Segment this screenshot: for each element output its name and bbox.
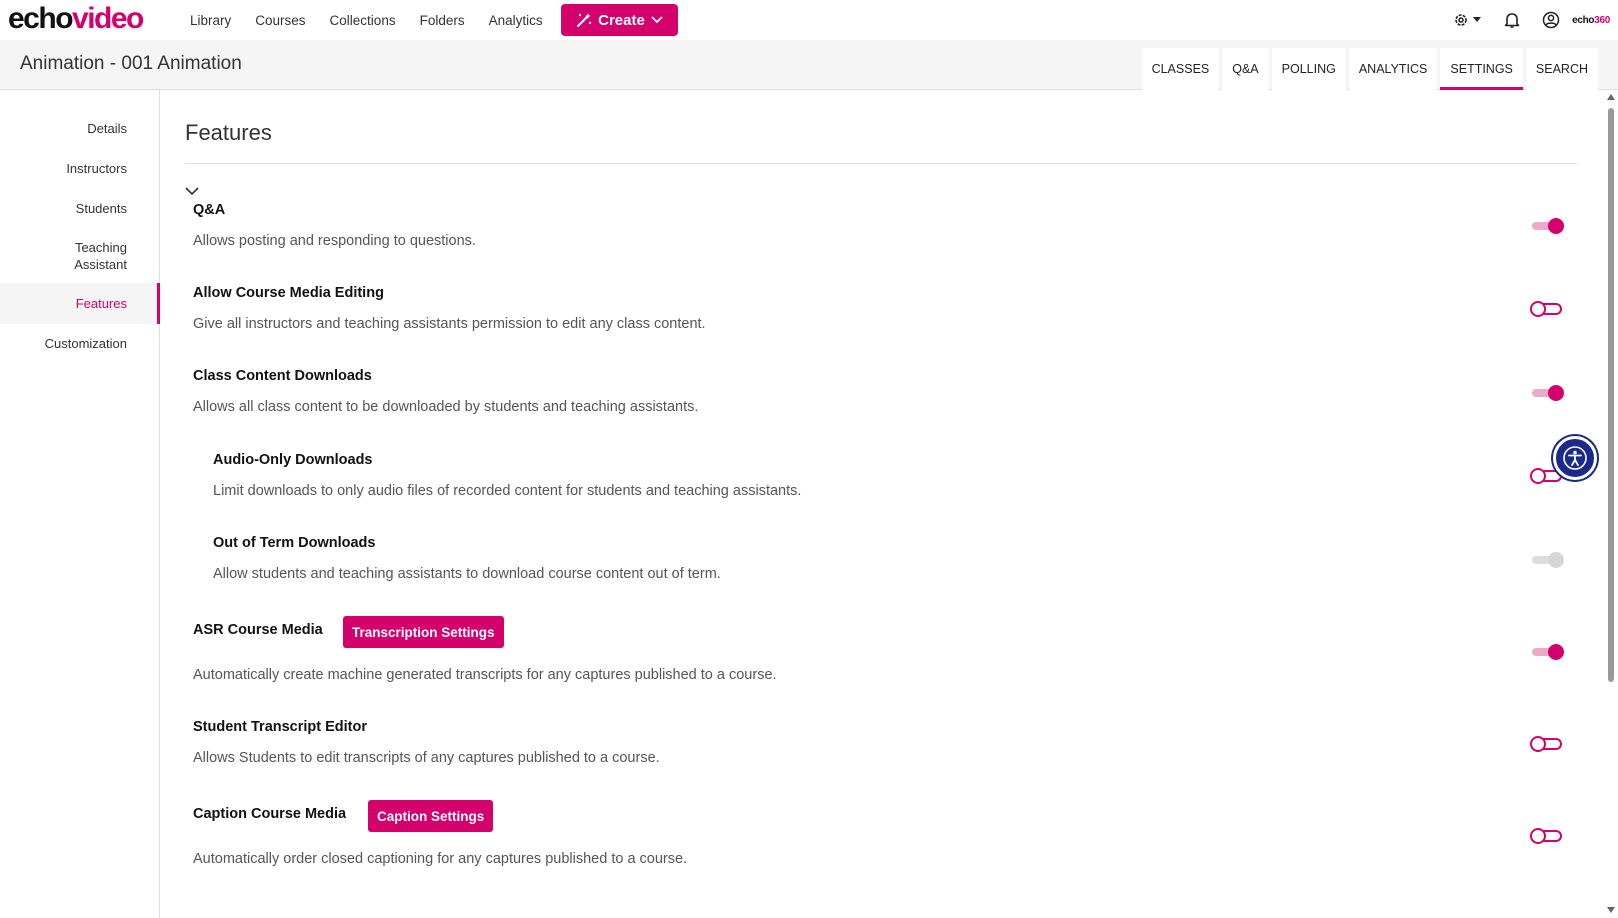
main-nav: Library Courses Collections Folders Anal… — [178, 0, 555, 40]
course-title: Animation - 001 Animation — [20, 53, 242, 74]
divider — [185, 163, 1577, 164]
course-tabs: CLASSES Q&A POLLING ANALYTICS SETTINGS S… — [1139, 48, 1598, 90]
feature-title-qa: Q&A — [193, 202, 226, 218]
sidebar-item-details[interactable]: Details — [87, 120, 127, 137]
feature-desc-transcript-editor: Allows Students to edit transcripts of a… — [193, 750, 660, 766]
caret-down-icon — [1473, 17, 1482, 22]
toggle-media-editing[interactable] — [1530, 300, 1564, 318]
scrollbar-thumb[interactable] — [1608, 108, 1614, 682]
toggle-knob — [1548, 218, 1564, 234]
feature-title-asr: ASR Course Media — [193, 622, 323, 638]
echo360-logo: echo360 — [1572, 15, 1610, 26]
toggle-knob — [1548, 552, 1564, 568]
page-scrollbar[interactable] — [1604, 90, 1618, 918]
collapse-toggle[interactable] — [185, 183, 199, 201]
sidebar-item-students[interactable]: Students — [76, 200, 127, 217]
toggle-knob — [1548, 385, 1564, 401]
feature-desc-content-downloads: Allows all class content to be downloade… — [193, 399, 699, 415]
feature-desc-qa: Allows posting and responding to questio… — [193, 233, 476, 249]
sidebar-item-teaching-assistant[interactable]: Teaching Assistant — [47, 239, 127, 273]
chevron-down-icon — [185, 187, 199, 196]
toggle-captions[interactable] — [1530, 827, 1564, 845]
nav-folders[interactable]: Folders — [420, 13, 465, 28]
feature-title-audio-only: Audio-Only Downloads — [213, 452, 373, 468]
feature-title-out-of-term: Out of Term Downloads — [213, 535, 376, 551]
scroll-up-arrow[interactable] — [1607, 94, 1615, 100]
create-label: Create — [598, 11, 645, 29]
sidebar-item-features[interactable]: Features — [76, 295, 127, 312]
notifications-button[interactable] — [1504, 11, 1520, 29]
toggle-knob — [1548, 644, 1564, 660]
user-menu[interactable] — [1542, 11, 1560, 29]
sidebar-item-customization[interactable]: Customization — [45, 335, 127, 352]
toggle-content-downloads[interactable] — [1530, 384, 1564, 402]
toggle-knob — [1530, 301, 1546, 317]
wand-icon — [577, 13, 592, 27]
logo-part-video: video — [72, 2, 144, 35]
feature-desc-audio-only: Limit downloads to only audio files of r… — [213, 483, 802, 499]
course-header: Animation - 001 Animation CLASSES Q&A PO… — [0, 40, 1618, 90]
user-circle-icon — [1542, 11, 1560, 29]
toggle-transcript-editor[interactable] — [1530, 735, 1564, 753]
chevron-down-icon — [651, 16, 663, 24]
top-navigation: echovideo Library Courses Collections Fo… — [0, 0, 1618, 40]
settings-sidebar: Details Instructors Students Teaching As… — [0, 90, 160, 918]
tab-settings[interactable]: SETTINGS — [1440, 48, 1523, 90]
toggle-knob — [1530, 736, 1546, 752]
scroll-down-arrow[interactable] — [1607, 907, 1615, 913]
tab-search[interactable]: SEARCH — [1525, 48, 1598, 90]
feature-title-content-downloads: Class Content Downloads — [193, 368, 372, 384]
nav-library[interactable]: Library — [190, 13, 231, 28]
toggle-out-of-term[interactable] — [1530, 551, 1564, 569]
page-title: Features — [185, 120, 272, 145]
feature-title-captions: Caption Course Media — [193, 806, 347, 822]
create-button[interactable]: Create — [561, 4, 678, 36]
accessibility-button[interactable] — [1553, 436, 1597, 480]
echovideo-logo[interactable]: echovideo — [8, 2, 144, 36]
feature-title-transcript-editor: Student Transcript Editor — [193, 719, 368, 735]
logo-part-echo: echo — [8, 2, 74, 35]
tab-qa[interactable]: Q&A — [1222, 48, 1269, 90]
sidebar-item-instructors[interactable]: Instructors — [66, 160, 127, 177]
accessibility-icon — [1563, 446, 1587, 470]
feature-title-media-editing: Allow Course Media Editing — [193, 285, 384, 301]
toggle-knob — [1530, 828, 1546, 844]
features-panel: Features Q&A Allows posting and respondi… — [160, 90, 1600, 918]
nav-analytics[interactable]: Analytics — [489, 13, 543, 28]
toggle-qa[interactable] — [1530, 217, 1564, 235]
bell-icon — [1504, 13, 1520, 28]
transcription-settings-button[interactable]: Transcription Settings — [343, 616, 504, 648]
feature-desc-media-editing: Give all instructors and teaching assist… — [193, 316, 706, 332]
top-right-tools: echo360 — [1453, 0, 1618, 40]
toggle-knob — [1530, 468, 1546, 484]
tab-analytics[interactable]: ANALYTICS — [1348, 48, 1438, 90]
tab-polling[interactable]: POLLING — [1271, 48, 1346, 90]
caption-settings-button[interactable]: Caption Settings — [368, 800, 494, 832]
settings-menu[interactable] — [1453, 12, 1482, 28]
toggle-asr[interactable] — [1530, 643, 1564, 661]
echo360-part1: echo — [1572, 14, 1595, 26]
nav-courses[interactable]: Courses — [255, 13, 305, 28]
feature-desc-captions: Automatically order closed captioning fo… — [193, 851, 688, 867]
gear-icon — [1455, 14, 1467, 26]
feature-desc-asr: Automatically create machine generated t… — [193, 667, 777, 683]
tab-classes[interactable]: CLASSES — [1141, 48, 1220, 90]
feature-desc-out-of-term: Allow students and teaching assistants t… — [213, 566, 721, 582]
nav-collections[interactable]: Collections — [330, 13, 396, 28]
echo360-part2: 360 — [1594, 14, 1610, 26]
